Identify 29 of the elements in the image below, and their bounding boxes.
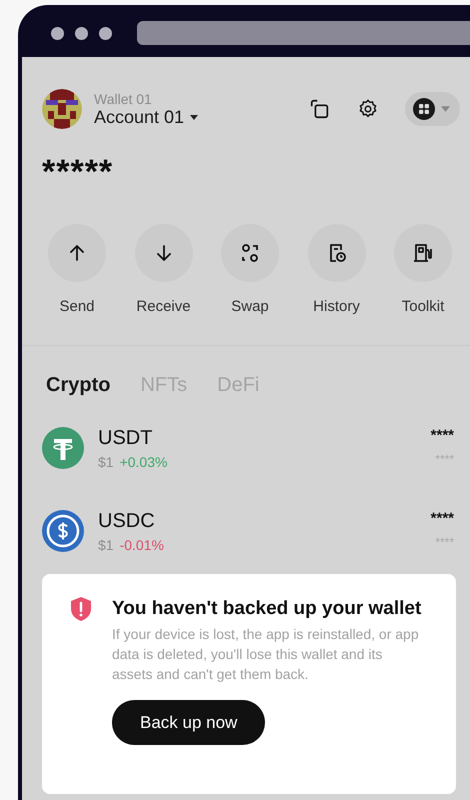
token-symbol: USDC [98,510,156,533]
tether-coin-icon [42,427,84,469]
asset-tab[interactable]: Crypto [46,374,110,397]
avatar-icon[interactable] [42,89,82,129]
caret-icon[interactable] [190,114,198,120]
settings-icon[interactable] [357,98,379,120]
backup-message: If your device is lost, the app is reinstalled, or app data is deleted, you'll lose this wallet and its assets and can't get them back. [112,625,420,684]
token-value: **** [435,452,454,466]
token-amount: **** [430,427,454,444]
token-price: $1 [98,537,114,553]
copy-icon[interactable] [309,98,331,120]
grid-icon [413,98,435,120]
wallet-name: Wallet 01 [94,90,153,106]
token-symbol: USDT [98,427,154,450]
back-up-button[interactable]: Back up now [112,700,266,745]
price-change: -0.01% [120,537,164,553]
token-value: **** [435,535,454,549]
balance-amount: ***** [41,152,114,192]
price-change: +0.03% [120,454,168,470]
backup-title: You haven't backed up your wallet [112,597,422,621]
window-dots-icon [51,26,112,40]
network-selector[interactable] [405,92,460,126]
warning-shield-icon [70,596,92,622]
caret-icon [441,106,450,112]
toolkit-icon [411,241,435,265]
usd-coin-icon [42,510,84,552]
token-amount: **** [430,510,454,527]
token-price: $1 [98,454,114,470]
account-name[interactable]: Account 01 [94,106,184,128]
